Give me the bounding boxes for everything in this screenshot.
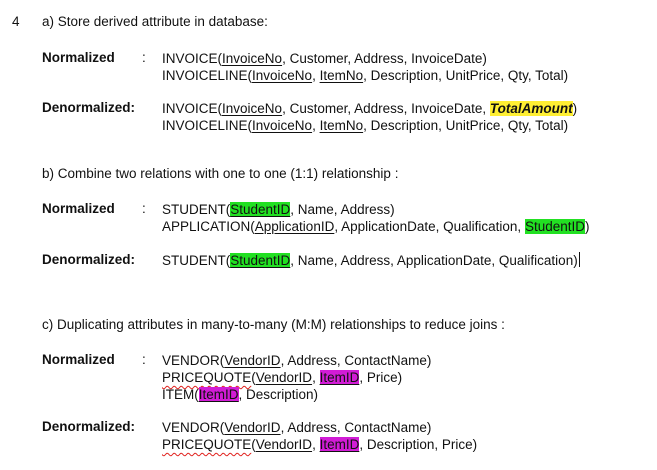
vendor-relation-denormalized: VENDOR(VendorID, Address, ContactName) <box>162 420 432 435</box>
itemid-key-highlight: ItemID <box>319 370 360 385</box>
invoice-relation-denormalized: INVOICE(InvoiceNo, Customer, Address, In… <box>162 101 578 116</box>
pricequote-name: PRICEQUOTE <box>162 370 252 385</box>
invoiceline-relation-normalized: INVOICELINE(InvoiceNo, ItemNo, Descripti… <box>162 68 569 83</box>
page-number: 4 <box>12 14 20 29</box>
studentid-foreign-key: StudentID <box>524 219 585 234</box>
student-relation-denormalized: STUDENT(StudentID, Name, Address, Applic… <box>162 252 581 269</box>
invoiceline-key-invoiceno: InvoiceNo <box>252 68 313 83</box>
section-c-normalized-colon: : <box>142 352 146 367</box>
text-cursor <box>578 252 581 267</box>
invoiceline-key-itemno: ItemNo <box>319 118 364 133</box>
section-b-normalized-label: Normalized <box>42 201 115 216</box>
pricequote-key-vendorid: VendorID <box>255 437 313 452</box>
student-relation-normalized: STUDENT(StudentID, Name, Address) <box>162 202 395 217</box>
invoice-primary-key: InvoiceNo <box>222 101 283 116</box>
section-a-header: a) Store derived attribute in database: <box>42 14 268 29</box>
section-a-normalized-colon: : <box>142 50 146 65</box>
pricequote-key-vendorid: VendorID <box>255 370 313 385</box>
section-c-header: c) Duplicating attributes in many-to-man… <box>42 317 505 332</box>
vendorid-primary-key: VendorID <box>224 353 281 368</box>
section-a-normalized-label: Normalized <box>42 50 115 65</box>
section-c-denormalized-label: Denormalized: <box>42 419 136 434</box>
invoice-relation-normalized: INVOICE(InvoiceNo, Customer, Address, In… <box>162 51 487 66</box>
section-b-denormalized-label: Denormalized: <box>42 252 136 267</box>
pricequote-relation-normalized: PRICEQUOTE(VendorID, ItemID, Price) <box>162 370 403 385</box>
item-relation-normalized: ITEM(ItemID, Description) <box>162 387 319 402</box>
itemid-key-highlight: ItemID <box>319 437 360 452</box>
studentid-primary-key: StudentID <box>230 253 291 268</box>
itemid-primary-key: ItemID <box>198 387 239 402</box>
application-relation-normalized: APPLICATION(ApplicationID, ApplicationDa… <box>162 219 590 234</box>
pricequote-relation-denormalized: PRICEQUOTE(VendorID, ItemID, Description… <box>162 437 478 452</box>
totalamount-highlight: TotalAmount <box>489 101 573 116</box>
section-b-header: b) Combine two relations with one to one… <box>42 166 399 181</box>
section-a-denormalized-label: Denormalized: <box>42 100 136 115</box>
vendorid-primary-key: VendorID <box>224 420 281 435</box>
section-c-normalized-label: Normalized <box>42 352 115 367</box>
invoice-primary-key: InvoiceNo <box>222 51 283 66</box>
section-b-normalized-colon: : <box>142 201 146 216</box>
applicationid-primary-key: ApplicationID <box>254 219 335 234</box>
pricequote-name: PRICEQUOTE <box>162 437 252 452</box>
invoiceline-key-itemno: ItemNo <box>319 68 364 83</box>
vendor-relation-normalized: VENDOR(VendorID, Address, ContactName) <box>162 353 432 368</box>
studentid-primary-key: StudentID <box>230 202 291 217</box>
invoiceline-key-invoiceno: InvoiceNo <box>252 118 313 133</box>
invoiceline-relation-denormalized: INVOICELINE(InvoiceNo, ItemNo, Descripti… <box>162 118 569 133</box>
